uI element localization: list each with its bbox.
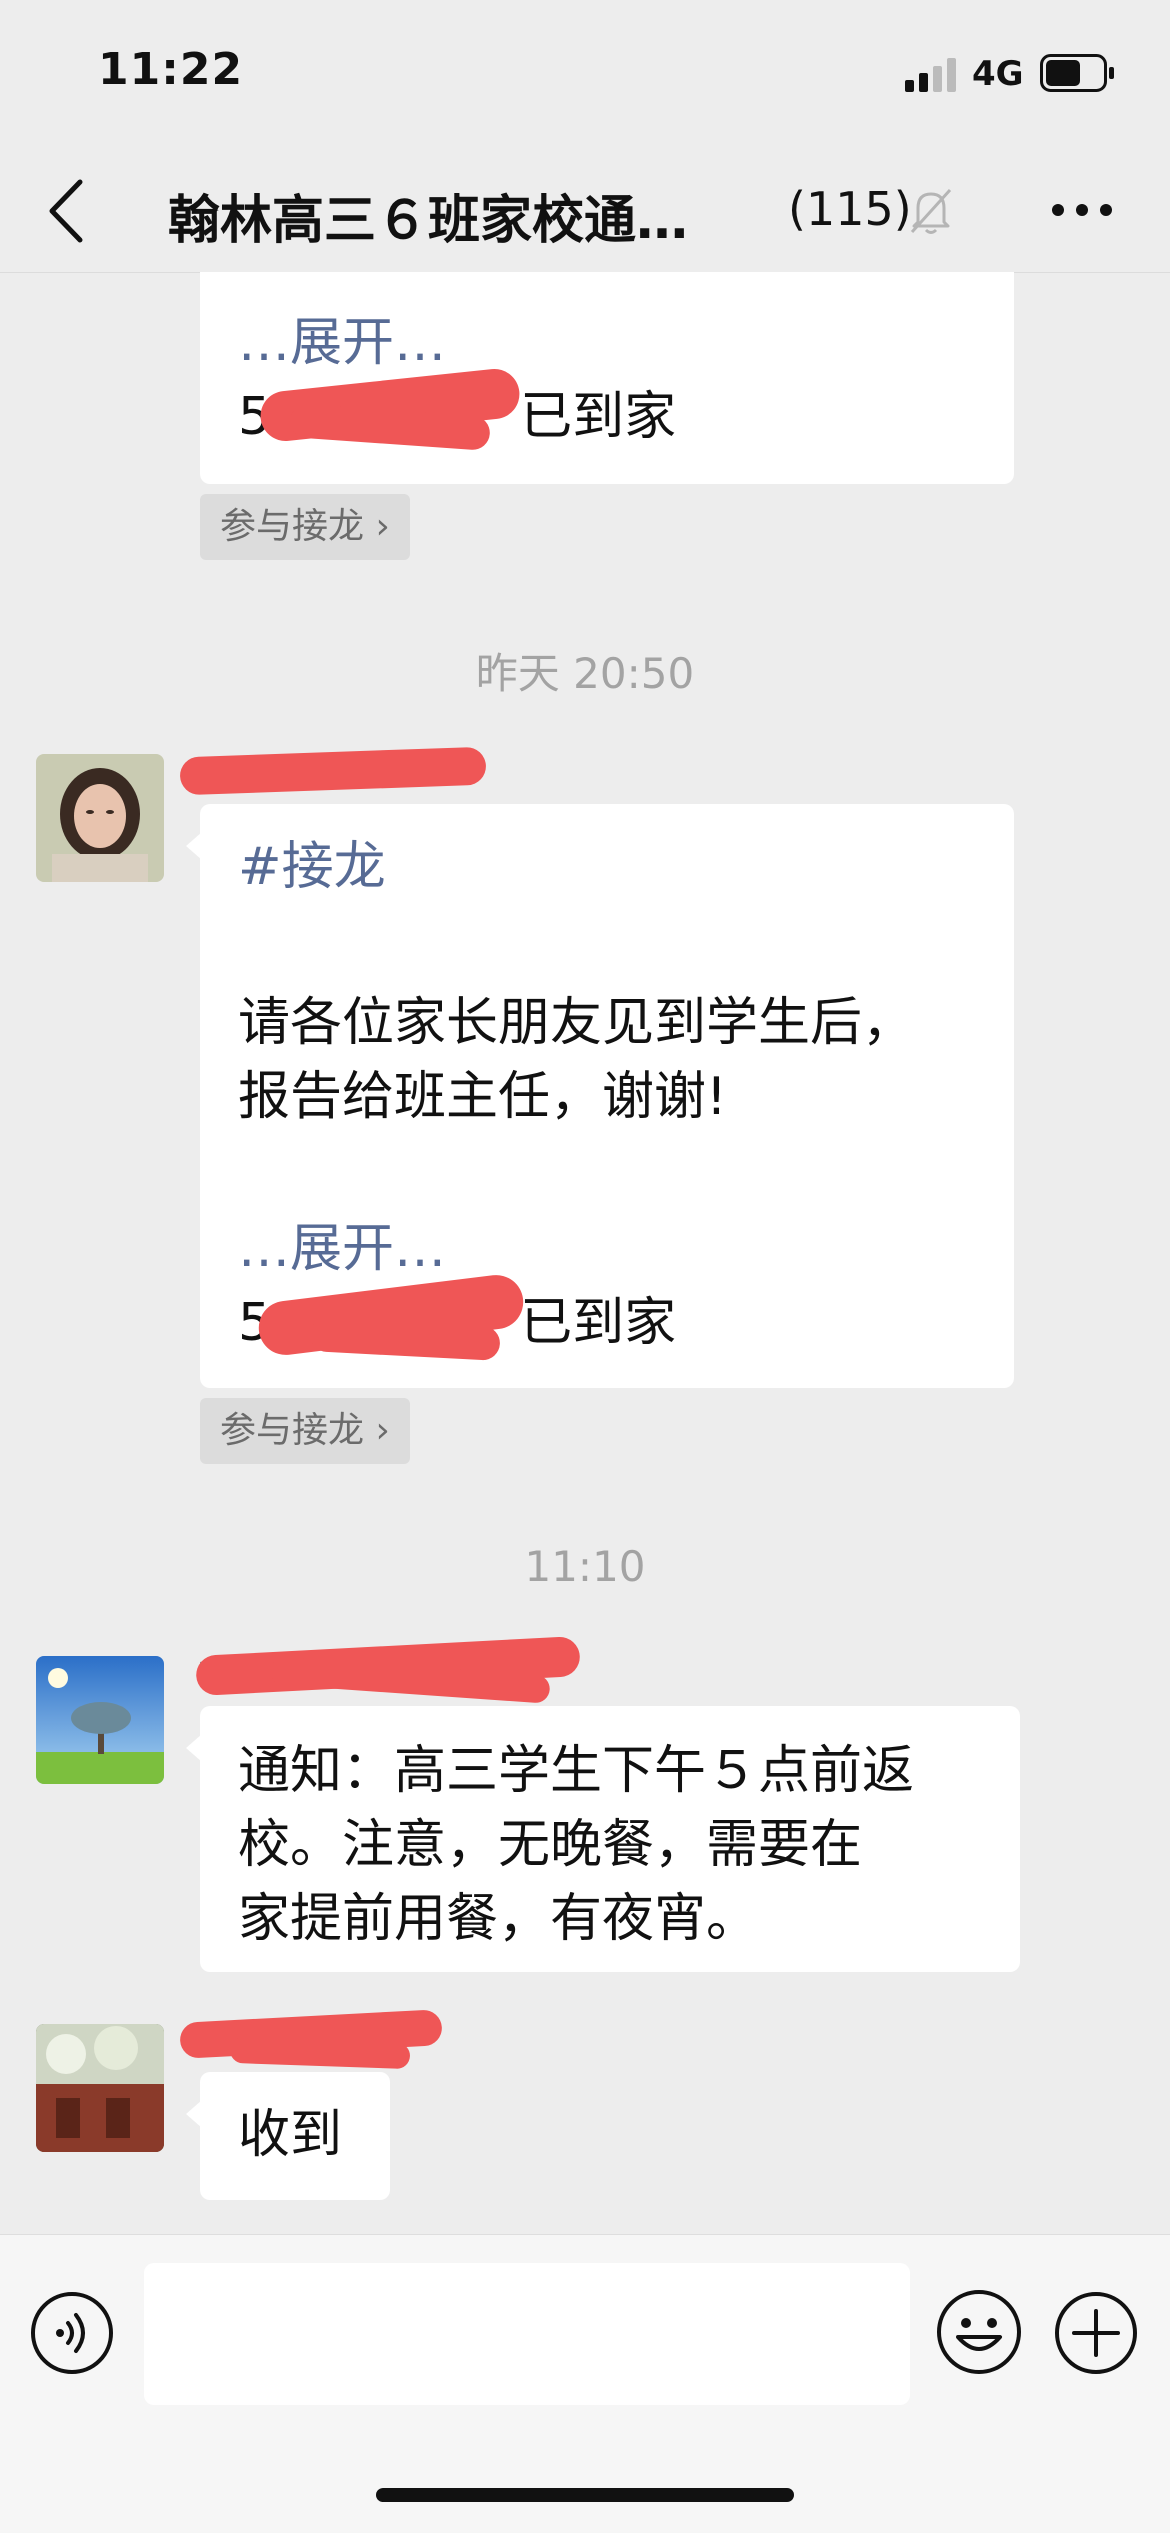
expand-link[interactable]: …展开…: [238, 1212, 446, 1286]
bubble-tail: [186, 832, 202, 860]
message-line: 请各位家长朋友见到学生后，: [238, 993, 915, 1053]
smiley-icon[interactable]: [936, 2289, 1022, 2375]
expand-link[interactable]: …展开…: [238, 306, 446, 380]
chat-title[interactable]: 翰林高三６班家校通…: [168, 178, 688, 253]
avatar-woman-image: [36, 754, 164, 882]
bubble-tail: [186, 2100, 202, 2128]
member-count: (115): [788, 182, 912, 236]
entry-suffix: 已到家: [520, 1293, 677, 1353]
sender-name-redaction: [229, 2036, 411, 2070]
sender-name-redaction: [179, 746, 487, 796]
bubble-tail: [186, 1734, 202, 1762]
message-line: 家提前用餐，有夜宵。: [238, 1889, 759, 1949]
more-ellipsis-icon[interactable]: [1050, 198, 1114, 222]
join-solitaire-button[interactable]: 参与接龙 ›: [200, 494, 410, 560]
message-line: 报告给班主任，谢谢!: [238, 1067, 727, 1127]
message-input[interactable]: [144, 2263, 910, 2405]
message-line: 通知：高三学生下午５点前返: [238, 1741, 915, 1801]
battery-icon: [1040, 54, 1114, 92]
hashtag-solitaire[interactable]: #接龙: [238, 830, 386, 904]
network-label: 4G: [972, 54, 1024, 94]
avatar[interactable]: [36, 754, 164, 882]
message-text: 收到: [238, 2105, 343, 2165]
bell-slash-icon: [910, 188, 952, 234]
entry-suffix: 已到家: [520, 387, 677, 447]
nav-bar: 翰林高三６班家校通… (115): [0, 150, 1170, 273]
signal-icon: [905, 58, 956, 92]
timestamp: 11:10: [524, 1542, 646, 1591]
status-time: 11:22: [98, 44, 244, 95]
message-bubble-solitaire-2[interactable]: #接龙 请各位家长朋友见到学生后， 报告给班主任，谢谢! …展开… 54已到家: [186, 804, 1014, 1388]
voice-icon[interactable]: [30, 2291, 114, 2375]
avatar[interactable]: [36, 2024, 164, 2152]
status-bar: 11:22 4G: [0, 0, 1170, 150]
plus-icon[interactable]: [1054, 2291, 1138, 2375]
join-solitaire-button[interactable]: 参与接龙 ›: [200, 1398, 410, 1464]
message-bubble-solitaire-1[interactable]: …展开… 53已到家: [200, 272, 1014, 484]
timestamp: 昨天 20:50: [475, 649, 695, 698]
avatar-tree-image: [36, 1656, 164, 1784]
message-bubble-notice[interactable]: 通知：高三学生下午５点前返 校。注意，无晚餐，需要在 家提前用餐，有夜宵。: [186, 1706, 1020, 1972]
avatar[interactable]: [36, 1656, 164, 1784]
avatar-building-image: [36, 2024, 164, 2152]
message-bubble-received[interactable]: 收到: [186, 2072, 390, 2200]
message-line: 校。注意，无晚餐，需要在: [238, 1815, 863, 1875]
home-indicator: [376, 2488, 794, 2502]
back-chevron-icon[interactable]: [44, 176, 88, 246]
